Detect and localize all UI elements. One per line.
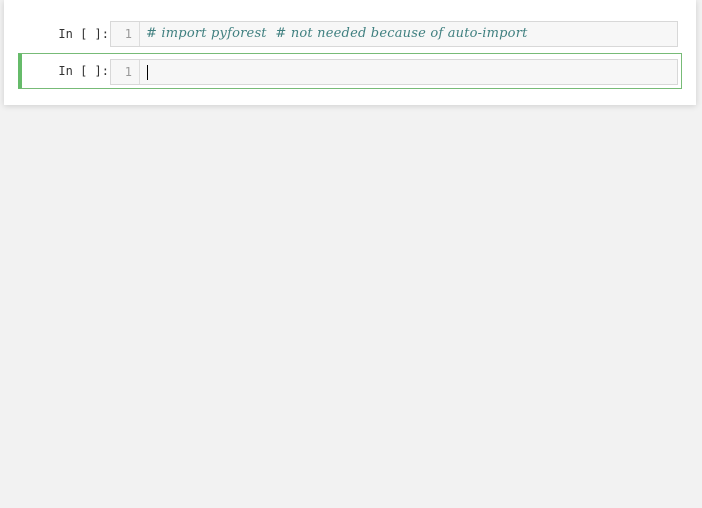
input-prompt: In [ ]: bbox=[58, 64, 109, 78]
input-prompt: In [ ]: bbox=[58, 27, 109, 41]
code-cell-selected[interactable]: In [ ]: 1 bbox=[18, 53, 682, 89]
code-editor-active[interactable]: 1 bbox=[110, 59, 678, 85]
code-line-comment[interactable]: # import pyforest # not needed because o… bbox=[146, 22, 528, 46]
code-editor[interactable]: 1 # import pyforest # not needed because… bbox=[110, 21, 678, 47]
notebook-container: In [ ]: 1 # import pyforest # not needed… bbox=[4, 0, 696, 105]
line-number: 1 bbox=[111, 22, 140, 46]
line-number: 1 bbox=[111, 60, 140, 84]
text-cursor bbox=[147, 65, 148, 80]
code-cell[interactable]: In [ ]: 1 # import pyforest # not needed… bbox=[18, 16, 682, 52]
